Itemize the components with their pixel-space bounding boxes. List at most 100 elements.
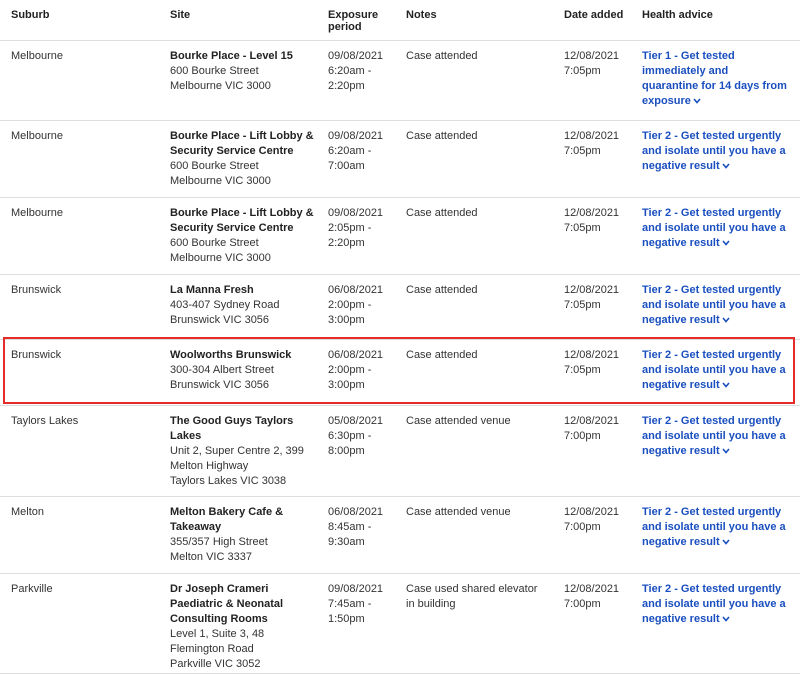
- exposure-line: 06/08/2021: [328, 284, 384, 296]
- health-advice-text: and isolate until you have a: [642, 222, 786, 234]
- header-notes: Notes: [406, 9, 437, 21]
- health-advice-toggle[interactable]: Tier 2 - Get tested urgently and isolate …: [642, 582, 794, 627]
- exposure-line: 09/08/2021: [328, 583, 384, 595]
- table-row: Melbourne Bourke Place - Level 15 600 Bour…: [0, 40, 800, 121]
- notes-line: Case attended: [406, 284, 478, 296]
- health-advice-text: exposure: [642, 95, 691, 107]
- health-advice-text: Tier 1 - Get tested: [642, 50, 735, 62]
- site-cell: Woolworths Brunswick 300-304 Albert Stree…: [170, 348, 320, 393]
- exposure-line: 8:45am -: [328, 521, 372, 533]
- health-advice-text: negative result: [642, 237, 720, 249]
- chevron-down-icon[interactable]: [722, 159, 730, 174]
- exposure-line: 2:20pm: [328, 80, 365, 92]
- chevron-down-icon[interactable]: [722, 612, 730, 627]
- date-line: 7:00pm: [564, 521, 601, 533]
- exposure-line: 2:00pm -: [328, 299, 372, 311]
- health-advice-line: quarantine for 14 days from: [642, 79, 794, 94]
- health-advice-toggle[interactable]: Tier 1 - Get tested immediately and quaran…: [642, 49, 794, 109]
- date-line: 12/08/2021: [564, 284, 620, 296]
- site-address-line: 600 Bourke Street: [170, 237, 259, 249]
- exposure-line: 2:00pm -: [328, 364, 372, 376]
- date-line: 12/08/2021: [564, 506, 620, 518]
- exposure-line: 6:20am -: [328, 145, 372, 157]
- site-name-line: Dr Joseph Crameri: [170, 583, 269, 595]
- header-health-advice: Health advice: [642, 9, 713, 21]
- notes-cell: Case attended: [406, 283, 556, 298]
- site-address-line: Taylors Lakes VIC 3038: [170, 475, 287, 487]
- site-name-line: Security Service Centre: [170, 222, 294, 234]
- date-line: 12/08/2021: [564, 207, 620, 219]
- health-advice-toggle[interactable]: Tier 2 - Get tested urgently and isolate …: [642, 206, 794, 251]
- table-row: Taylors Lakes The Good Guys Taylors Lakes U…: [0, 405, 800, 497]
- site-name-line: Takeaway: [170, 521, 222, 533]
- site-name-line: Paediatric & Neonatal: [170, 598, 284, 610]
- site-cell: La Manna Fresh 403-407 Sydney Road Brunswi…: [170, 283, 320, 328]
- health-advice-line: and isolate until you have a: [642, 221, 794, 236]
- exposure-line: 8:00pm: [328, 445, 365, 457]
- date-line: 7:05pm: [564, 222, 601, 234]
- health-advice-line: negative result: [642, 612, 794, 627]
- exposure-period-cell: 05/08/2021 6:30pm - 8:00pm: [328, 414, 398, 459]
- health-advice-text: quarantine for 14 days from: [642, 80, 787, 92]
- health-advice-line: Tier 2 - Get tested urgently: [642, 206, 794, 221]
- exposure-line: 2:05pm -: [328, 222, 372, 234]
- chevron-down-icon[interactable]: [722, 313, 730, 328]
- exposure-line: 6:20am -: [328, 65, 372, 77]
- chevron-down-icon[interactable]: [722, 535, 730, 550]
- health-advice-toggle[interactable]: Tier 2 - Get tested urgently and isolate …: [642, 505, 794, 550]
- site-address-line: Brunswick VIC 3056: [170, 379, 270, 391]
- health-advice-line: exposure: [642, 94, 794, 109]
- health-advice-toggle[interactable]: Tier 2 - Get tested urgently and isolate …: [642, 414, 794, 459]
- site-address-line: Brunswick VIC 3056: [170, 314, 270, 326]
- health-advice-text: and isolate until you have a: [642, 299, 786, 311]
- health-advice-line: Tier 2 - Get tested urgently: [642, 348, 794, 363]
- date-added-cell: 12/08/2021 7:05pm: [564, 348, 634, 378]
- health-advice-text: negative result: [642, 445, 720, 457]
- health-advice-toggle[interactable]: Tier 2 - Get tested urgently and isolate …: [642, 129, 794, 174]
- date-line: 12/08/2021: [564, 349, 620, 361]
- exposure-line: 06/08/2021: [328, 349, 384, 361]
- health-advice-line: negative result: [642, 535, 794, 550]
- site-address-line: Melton Highway: [170, 460, 249, 472]
- health-advice-toggle[interactable]: Tier 2 - Get tested urgently and isolate …: [642, 348, 794, 393]
- site-cell: Bourke Place - Lift Lobby & Security Serv…: [170, 129, 320, 189]
- health-advice-line: and isolate until you have a: [642, 363, 794, 378]
- date-line: 12/08/2021: [564, 130, 620, 142]
- site-address-line: 600 Bourke Street: [170, 65, 259, 77]
- site-name-line: Melton Bakery Cafe &: [170, 506, 284, 518]
- health-advice-text: negative result: [642, 613, 720, 625]
- notes-cell: Case attended: [406, 206, 556, 221]
- health-advice-text: Tier 2 - Get tested urgently: [642, 349, 782, 361]
- header-date-added: Date added: [564, 9, 624, 21]
- site-address-line: Level 1, Suite 3, 48: [170, 628, 265, 640]
- table-row: Melton Melton Bakery Cafe & Takeaway 355/35…: [0, 496, 800, 574]
- date-line: 7:00pm: [564, 430, 601, 442]
- notes-line: Case attended: [406, 50, 478, 62]
- site-address-line: Melbourne VIC 3000: [170, 175, 271, 187]
- notes-cell: Case attended: [406, 129, 556, 144]
- health-advice-line: Tier 2 - Get tested urgently: [642, 283, 794, 298]
- notes-cell: Case used shared elevator in building: [406, 582, 556, 612]
- health-advice-line: negative result: [642, 444, 794, 459]
- site-cell: Dr Joseph Crameri Paediatric & Neonatal Co…: [170, 582, 320, 672]
- health-advice-line: and isolate until you have a: [642, 298, 794, 313]
- exposure-period-cell: 06/08/2021 2:00pm - 3:00pm: [328, 348, 398, 393]
- exposure-line: 3:00pm: [328, 314, 365, 326]
- date-line: 12/08/2021: [564, 583, 620, 595]
- suburb-cell: Brunswick: [11, 349, 62, 361]
- health-advice-toggle[interactable]: Tier 2 - Get tested urgently and isolate …: [642, 283, 794, 328]
- notes-line: Case attended venue: [406, 415, 511, 427]
- health-advice-text: and isolate until you have a: [642, 364, 786, 376]
- date-added-cell: 12/08/2021 7:00pm: [564, 582, 634, 612]
- chevron-down-icon[interactable]: [722, 236, 730, 251]
- site-address-line: Melbourne VIC 3000: [170, 80, 271, 92]
- health-advice-line: and isolate until you have a: [642, 597, 794, 612]
- date-added-cell: 12/08/2021 7:05pm: [564, 283, 634, 313]
- exposure-line: 6:30pm -: [328, 430, 372, 442]
- chevron-down-icon[interactable]: [722, 378, 730, 393]
- chevron-down-icon[interactable]: [693, 94, 701, 109]
- health-advice-text: Tier 2 - Get tested urgently: [642, 506, 782, 518]
- chevron-down-icon[interactable]: [722, 444, 730, 459]
- exposure-line: 09/08/2021: [328, 50, 384, 62]
- exposure-period-cell: 09/08/2021 2:05pm - 2:20pm: [328, 206, 398, 251]
